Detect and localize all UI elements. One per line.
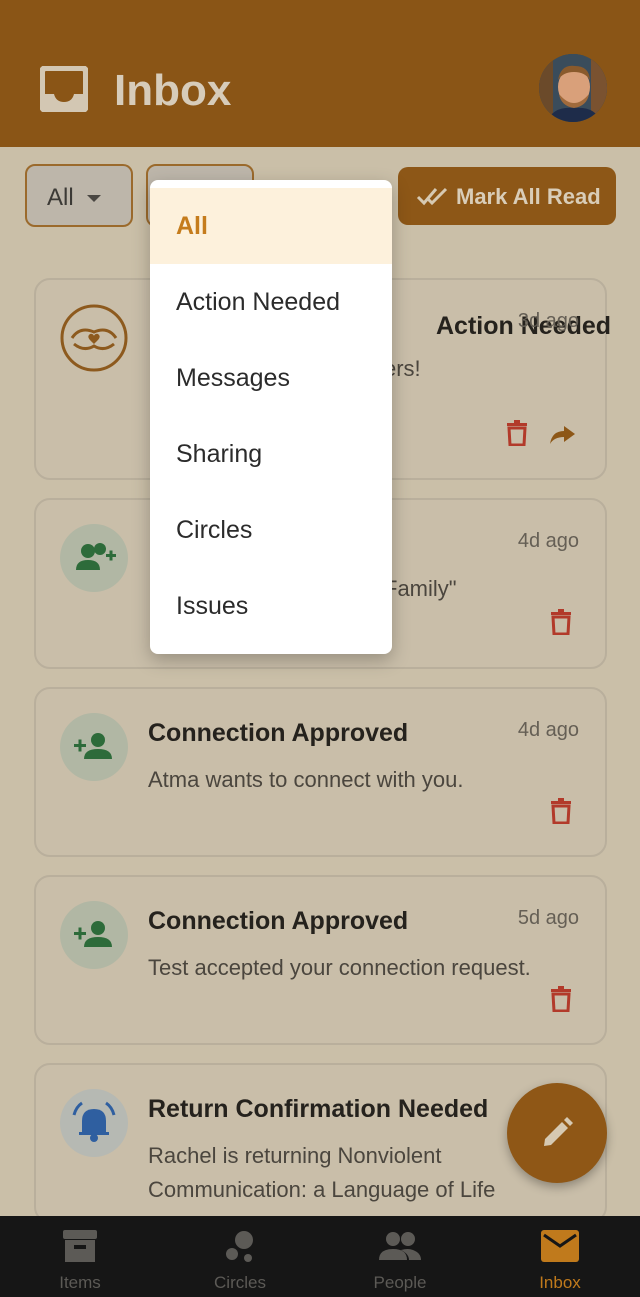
delete-icon[interactable] [506, 420, 528, 446]
notification-time: 4d ago [517, 530, 579, 552]
page-title: Inbox [114, 66, 232, 115]
bottom-navigation: Items Circles People Inbox [0, 1216, 640, 1297]
inbox-icon [40, 66, 88, 112]
people-icon [379, 1232, 421, 1260]
notification-message: Family" [384, 576, 457, 601]
nav-label: Inbox [539, 1273, 581, 1292]
notification-message-line: Rachel is returning Nonviolent [148, 1143, 442, 1168]
nav-item-people[interactable]: People [320, 1216, 480, 1297]
dropdown-option-circles[interactable]: Circles [150, 492, 392, 568]
notification-title: Return Confirmation Needed [148, 1095, 489, 1123]
notification-time: 5d ago [517, 907, 579, 929]
notification-title: Connection Approved [148, 907, 409, 935]
nav-label: Items [59, 1273, 101, 1292]
notification-message-line: Communication: a Language of Life [148, 1177, 496, 1202]
nav-item-circles[interactable]: Circles [160, 1216, 320, 1297]
dropdown-option-issues[interactable]: Issues [150, 568, 392, 644]
filter-dropdown-menu: All Action Needed Messages Sharing Circl… [150, 180, 392, 654]
notification-message: Atma wants to connect with you. [148, 767, 464, 792]
person-add-icon [60, 713, 128, 781]
mail-icon [541, 1230, 579, 1262]
delete-icon[interactable] [550, 798, 572, 824]
notification-title: Connection Approved [148, 719, 409, 747]
avatar[interactable] [539, 54, 607, 122]
bell-icon [60, 1089, 128, 1157]
avatar-photo [539, 54, 607, 122]
notification-message: Test accepted your connection request. [148, 955, 531, 980]
nav-label: People [373, 1273, 427, 1292]
dropdown-option-messages[interactable]: Messages [150, 340, 392, 416]
notification-time: 3d ago [517, 310, 579, 332]
mark-all-read-button[interactable]: Mark All Read [398, 167, 616, 225]
group-add-icon [60, 524, 128, 592]
mark-all-read-label: Mark All Read [456, 184, 601, 209]
handshake-heart-icon [60, 304, 128, 372]
dropdown-option-sharing[interactable]: Sharing [150, 416, 392, 492]
app-header: Inbox [0, 0, 640, 147]
nav-item-inbox[interactable]: Inbox [480, 1216, 640, 1297]
nav-item-items[interactable]: Items [0, 1216, 160, 1297]
person-add-icon [60, 901, 128, 969]
chevron-down-icon [87, 195, 101, 202]
type-filter-value: All [47, 184, 74, 211]
nav-label: Circles [214, 1273, 266, 1292]
notification-card[interactable]: Connection Approved 4d ago Atma wants to… [34, 687, 607, 857]
delete-icon[interactable] [550, 609, 572, 635]
dropdown-option-all[interactable]: All [150, 188, 392, 264]
double-check-icon [416, 187, 448, 206]
pencil-icon [544, 1117, 573, 1146]
circles-icon [226, 1231, 253, 1262]
notification-card[interactable]: Connection Approved 5d ago Test accepted… [34, 875, 607, 1045]
notification-time: 4d ago [517, 719, 579, 741]
archive-box-icon [63, 1230, 97, 1262]
share-arrow-icon[interactable] [548, 424, 576, 446]
compose-button[interactable] [507, 1083, 607, 1183]
dropdown-option-action-needed[interactable]: Action Needed [150, 264, 392, 340]
delete-icon[interactable] [550, 986, 572, 1012]
type-filter-select[interactable]: All [25, 164, 133, 227]
